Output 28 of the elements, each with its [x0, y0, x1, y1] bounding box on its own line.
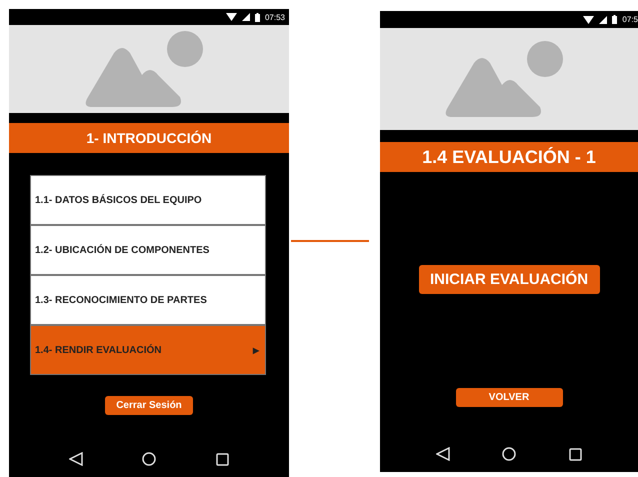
menu-label: 1.1- DATOS BÁSICOS DEL EQUIPO: [35, 194, 202, 206]
arrow-icon: ▶: [253, 346, 259, 354]
recents-icon[interactable]: [216, 452, 230, 466]
wifi-icon: [583, 16, 594, 24]
back-icon[interactable]: [68, 452, 83, 466]
action-button[interactable]: VOLVER: [456, 388, 562, 407]
battery-icon: [254, 12, 260, 22]
menu-label: 1.2- UBICACIÓN DE COMPONENTES: [35, 244, 210, 256]
section-title: 1.4 EVALUACIÓN - 1: [380, 142, 638, 172]
menu-label: 1.3- RECONOCIMIENTO DE PARTES: [35, 294, 207, 306]
clock: 07:5: [622, 15, 638, 24]
menu-item[interactable]: 1.3- RECONOCIMIENTO DE PARTES: [30, 275, 266, 325]
wifi-icon: [226, 13, 237, 21]
menu-item[interactable]: 1.2- UBICACIÓN DE COMPONENTES: [30, 225, 266, 275]
signal-icon: [599, 16, 608, 24]
home-icon[interactable]: [502, 447, 516, 461]
back-icon[interactable]: [436, 447, 450, 461]
menu-item[interactable]: 1.1- DATOS BÁSICOS DEL EQUIPO: [30, 175, 266, 225]
menu-item[interactable]: 1.4- RENDIR EVALUACIÓN ▶: [30, 325, 266, 375]
clock: 07:53: [264, 12, 285, 22]
battery-icon: [612, 15, 618, 24]
menu-label: 1.4- RENDIR EVALUACIÓN: [35, 344, 162, 356]
section-title: 1- INTRODUCCIÓN: [9, 123, 289, 153]
start-button[interactable]: INICIAR EVALUACIÓN: [418, 265, 600, 294]
action-button[interactable]: Cerrar Sesión: [105, 396, 193, 415]
home-icon[interactable]: [142, 452, 156, 466]
recents-icon[interactable]: [568, 448, 582, 460]
signal-icon: [242, 13, 250, 21]
